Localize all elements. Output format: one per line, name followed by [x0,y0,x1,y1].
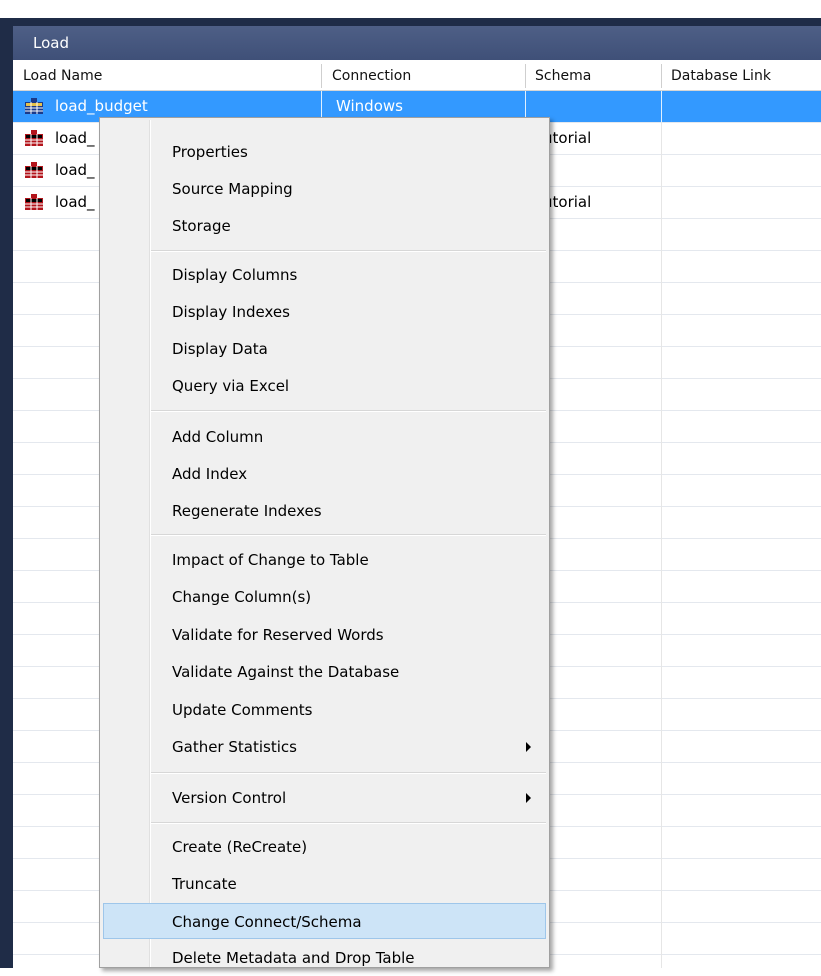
column-header-connection[interactable]: Connection [326,60,526,90]
context-menu: Properties Source Mapping Storage Displa… [99,117,550,968]
menu-item-source-mapping[interactable]: Source Mapping [103,171,546,207]
menu-separator [151,822,546,824]
column-divider[interactable] [525,64,526,88]
column-line [661,91,662,968]
menu-item-display-columns[interactable]: Display Columns [103,257,546,293]
menu-item-change-connect-schema[interactable]: Change Connect/Schema [103,903,546,939]
schema-cell: utorial [543,193,592,211]
menu-separator [151,534,546,536]
menu-item-regenerate-indexes[interactable]: Regenerate Indexes [103,493,546,529]
menu-item-label: Storage [172,217,231,235]
window-frame-top [0,18,821,26]
menu-item-create-recreate[interactable]: Create (ReCreate) [103,829,546,865]
column-divider[interactable] [661,64,662,88]
menu-item-label: Truncate [172,875,237,893]
menu-item-label: Gather Statistics [172,738,297,756]
menu-item-impact-of-change[interactable]: Impact of Change to Table [103,542,546,578]
menu-item-delete-metadata-drop-table[interactable]: Delete Metadata and Drop Table [103,940,546,976]
menu-item-label: Source Mapping [172,180,293,198]
load-table-icon [25,130,43,146]
menu-item-label: Update Comments [172,701,313,719]
column-header-row: Load Name Connection Schema Database Lin… [13,60,821,91]
load-table-icon [25,162,43,178]
menu-item-truncate[interactable]: Truncate [103,866,546,902]
panel-title: Load [33,34,69,52]
menu-item-change-columns[interactable]: Change Column(s) [103,579,546,615]
menu-item-label: Regenerate Indexes [172,502,322,520]
menu-item-label: Validate for Reserved Words [172,626,384,644]
menu-separator [151,250,546,252]
schema-cell: utorial [543,129,592,147]
menu-item-properties[interactable]: Properties [103,134,546,170]
screen-top-margin [0,0,821,18]
menu-item-query-via-excel[interactable]: Query via Excel [103,368,546,404]
menu-item-validate-against-database[interactable]: Validate Against the Database [103,654,546,690]
menu-item-label: Change Connect/Schema [172,913,362,931]
column-header-database-link[interactable]: Database Link [665,60,815,90]
column-divider[interactable] [321,64,322,88]
menu-item-label: Impact of Change to Table [172,551,369,569]
menu-item-label: Properties [172,143,248,161]
menu-item-label: Validate Against the Database [172,663,400,681]
cell-divider [661,91,662,122]
menu-item-add-index[interactable]: Add Index [103,456,546,492]
menu-item-storage[interactable]: Storage [103,208,546,244]
menu-item-display-indexes[interactable]: Display Indexes [103,294,546,330]
load-table-icon [25,194,43,210]
menu-separator [151,772,546,774]
menu-item-label: Display Indexes [172,303,290,321]
menu-item-label: Change Column(s) [172,588,312,606]
submenu-arrow-icon [526,793,531,803]
menu-item-label: Display Data [172,340,268,358]
menu-item-display-data[interactable]: Display Data [103,331,546,367]
menu-item-label: Add Column [172,428,264,446]
menu-item-add-column[interactable]: Add Column [103,419,546,455]
menu-item-validate-reserved-words[interactable]: Validate for Reserved Words [103,617,546,653]
column-header-load-name[interactable]: Load Name [17,60,317,90]
menu-item-update-comments[interactable]: Update Comments [103,692,546,728]
menu-item-label: Create (ReCreate) [172,838,308,856]
menu-item-label: Query via Excel [172,377,290,395]
load-table-icon [25,98,43,114]
menu-separator [151,410,546,412]
menu-item-version-control[interactable]: Version Control [103,780,546,816]
load-name-cell: load_ [55,193,95,211]
menu-item-gather-statistics[interactable]: Gather Statistics [103,729,546,765]
menu-item-label: Version Control [172,789,287,807]
window-frame-left [0,18,13,968]
load-name-cell: load_ [55,161,95,179]
column-header-schema[interactable]: Schema [529,60,659,90]
submenu-arrow-icon [526,742,531,752]
menu-item-label: Display Columns [172,266,298,284]
menu-item-label: Delete Metadata and Drop Table [172,949,415,967]
load-name-cell: load_ [55,129,95,147]
menu-item-label: Add Index [172,465,248,483]
panel-title-bar[interactable]: Load [13,26,821,60]
